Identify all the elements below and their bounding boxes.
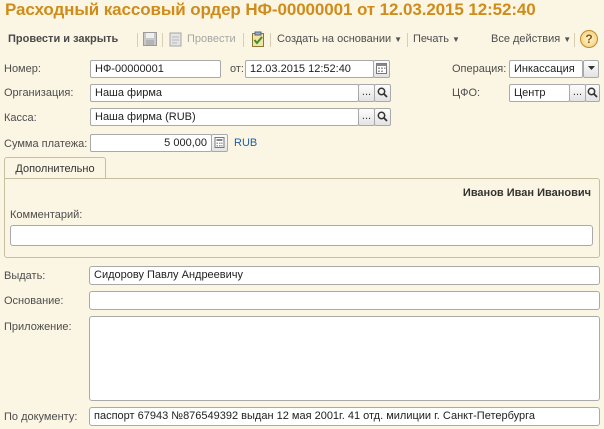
search-icon: [587, 87, 598, 98]
number-label: Номер:: [4, 63, 41, 75]
clipboard-check-icon[interactable]: [250, 31, 266, 47]
calendar-button[interactable]: [373, 60, 390, 78]
basis-label: Основание:: [4, 295, 64, 307]
responsible-person: Иванов Иван Иванович: [462, 187, 591, 199]
organization-label: Организация:: [4, 87, 74, 99]
attachment-label: Приложение:: [4, 321, 72, 333]
cfo-open-button[interactable]: [585, 84, 600, 102]
cash-field[interactable]: Наша фирма (RUB): [90, 108, 359, 126]
post-icon: [169, 32, 182, 47]
comment-field[interactable]: [10, 225, 593, 246]
post-button[interactable]: Провести: [187, 31, 236, 48]
operation-dropdown-button[interactable]: [583, 60, 599, 78]
toolbar-separator: [162, 33, 163, 47]
tab-additional[interactable]: Дополнительно: [4, 157, 106, 179]
operation-label: Операция:: [452, 63, 507, 75]
cfo-label: ЦФО:: [452, 87, 481, 99]
create-based-on-label: Создать на основании: [277, 33, 392, 45]
toolbar-separator: [574, 33, 575, 47]
organization-field[interactable]: Наша фирма: [90, 84, 359, 102]
toolbar-separator: [137, 33, 138, 47]
all-actions-menu[interactable]: Все действия ▼: [491, 31, 571, 48]
comment-label: Комментарий:: [10, 209, 83, 221]
dropdown-arrow-icon: ▼: [563, 35, 572, 44]
cfo-field[interactable]: Центр: [509, 84, 570, 102]
document-label: По документу:: [4, 411, 78, 423]
all-actions-label: Все действия: [491, 33, 561, 45]
dropdown-arrow-icon: ▼: [452, 35, 460, 44]
create-based-on-menu[interactable]: Создать на основании ▼: [277, 31, 402, 48]
save-icon[interactable]: [142, 31, 158, 47]
number-field[interactable]: НФ-00000001: [90, 60, 221, 78]
toolbar: Провести и закрыть Провести Создать на о…: [0, 28, 604, 50]
toolbar-separator: [270, 33, 271, 47]
print-menu[interactable]: Печать ▼: [413, 31, 460, 48]
calculator-button[interactable]: [211, 134, 228, 152]
cfo-select-button[interactable]: ...: [569, 84, 586, 102]
sum-label: Сумма платежа:: [4, 138, 88, 150]
window-title: Расходный кассовый ордер НФ-00000001 от …: [5, 0, 536, 19]
sum-field[interactable]: 5 000,00: [90, 134, 212, 152]
print-label: Печать: [413, 33, 450, 45]
dropdown-arrow-icon: ▼: [394, 35, 403, 44]
cash-select-button[interactable]: ...: [358, 108, 375, 126]
calculator-icon: [214, 137, 225, 148]
document-field[interactable]: паспорт 67943 №876549392 выдан 12 мая 20…: [89, 407, 600, 426]
help-icon[interactable]: ?: [580, 30, 598, 48]
date-label: от:: [230, 63, 244, 75]
post-and-close-button[interactable]: Провести и закрыть: [8, 31, 118, 48]
operation-field[interactable]: Инкассация: [509, 60, 583, 78]
cash-open-button[interactable]: [374, 108, 391, 126]
issue-label: Выдать:: [4, 270, 46, 282]
search-icon: [377, 87, 388, 98]
attachment-field[interactable]: [89, 316, 600, 401]
search-icon: [377, 111, 388, 122]
organization-select-button[interactable]: ...: [358, 84, 375, 102]
toolbar-separator: [407, 33, 408, 47]
calendar-icon: [376, 63, 387, 74]
date-field[interactable]: 12.03.2015 12:52:40: [245, 60, 374, 78]
organization-open-button[interactable]: [374, 84, 391, 102]
issue-field[interactable]: Сидорову Павлу Андреевичу: [89, 266, 600, 285]
chevron-down-icon: [587, 66, 595, 70]
basis-field[interactable]: [89, 291, 600, 310]
currency-link[interactable]: RUB: [234, 135, 257, 151]
cash-label: Касса:: [4, 112, 37, 124]
additional-panel: Иванов Иван Иванович Комментарий:: [4, 178, 600, 258]
toolbar-separator: [243, 33, 244, 47]
